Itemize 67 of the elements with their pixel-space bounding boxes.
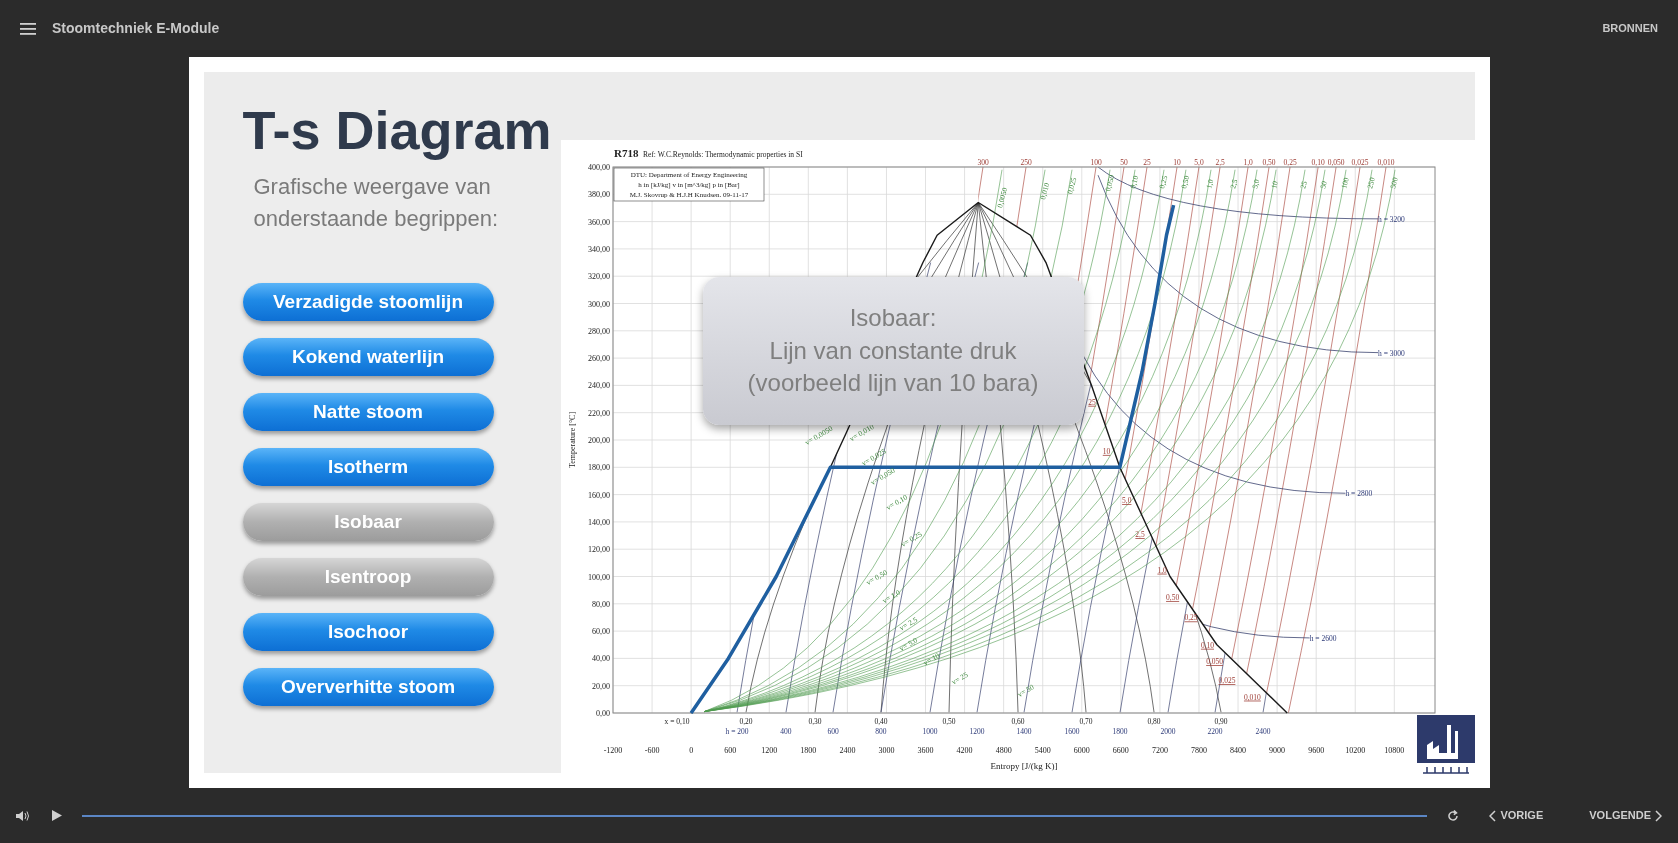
callout-text: Lijn van constante druk xyxy=(769,335,1017,366)
axis-tick-label: 8400 xyxy=(1229,746,1246,755)
axis-tick-label: 320,00 xyxy=(587,272,610,282)
menu-icon[interactable] xyxy=(20,22,36,35)
app-title: Stoomtechniek E-Module xyxy=(52,19,220,38)
callout-text: (voorbeeld lijn van 10 bara) xyxy=(747,368,1039,399)
axis-tick-label: 0 xyxy=(688,746,693,755)
axis-tick-label: 120,00 xyxy=(587,545,610,555)
topic-button[interactable]: Isotherm xyxy=(242,447,494,486)
axis-tick-label: 180,00 xyxy=(587,463,610,473)
topic-button[interactable]: Verzadigde stoomlijn xyxy=(242,282,494,321)
axis-tick-label: 400,00 xyxy=(587,163,610,172)
axis-title: Temperature [°C] xyxy=(567,411,577,469)
axis-tick-label: 1200 xyxy=(760,746,777,755)
axis-tick-label: 0,00 xyxy=(595,709,610,718)
axis-tick-label: 3000 xyxy=(877,746,894,755)
axis-tick-label: -600 xyxy=(644,746,659,755)
axis-tick-label: 10200 xyxy=(1344,746,1365,755)
progress-bar[interactable] xyxy=(82,814,1428,817)
topic-button[interactable]: Isentroop xyxy=(242,557,494,596)
axis-tick-label: 160,00 xyxy=(587,490,610,500)
axis-tick-label: 5400 xyxy=(1034,746,1051,755)
axis-tick-label: 220,00 xyxy=(587,408,610,418)
logo-icon xyxy=(1416,715,1475,777)
topic-button[interactable]: Isochoor xyxy=(242,612,494,651)
sources-link[interactable]: BRONNEN xyxy=(1602,18,1658,39)
axis-tick-label: 9000 xyxy=(1268,746,1285,755)
axis-tick-label: -1200 xyxy=(603,746,622,755)
axis-tick-label: 260,00 xyxy=(587,354,610,364)
topic-button[interactable]: Natte stoom xyxy=(242,392,494,431)
axis-tick-label: 240,00 xyxy=(587,381,610,391)
axis-tick-label: 280,00 xyxy=(587,326,610,336)
previous-button[interactable]: VORIGE xyxy=(1487,805,1546,826)
axis-tick-label: 20,00 xyxy=(591,681,610,691)
axis-tick-label: 300,00 xyxy=(587,299,610,309)
axis-tick-label: 140,00 xyxy=(587,517,610,527)
axis-tick-label: 340,00 xyxy=(587,244,610,254)
axis-tick-label: 200,00 xyxy=(587,436,610,445)
axis-tick-label: 1800 xyxy=(799,746,816,755)
axis-tick-label: 60,00 xyxy=(591,627,610,637)
axis-tick-label: 2400 xyxy=(838,746,855,755)
axis-tick-label: 10800 xyxy=(1383,746,1404,755)
topic-button[interactable]: Kokend waterlijn xyxy=(242,337,494,376)
axis-tick-label: 40,00 xyxy=(591,654,610,664)
axis-tick-label: 9600 xyxy=(1307,746,1324,755)
axis-tick-label: 600 xyxy=(723,746,736,755)
play-button[interactable] xyxy=(50,808,64,823)
axis-tick-label: 100,00 xyxy=(587,572,610,582)
axis-tick-label: 7200 xyxy=(1151,746,1168,755)
axis-tick-label: 6600 xyxy=(1112,746,1129,755)
next-button[interactable]: VOLGENDE xyxy=(1587,805,1664,826)
topic-button[interactable]: Oververhitte stoom xyxy=(242,667,494,706)
axis-tick-label: 360,00 xyxy=(587,217,610,227)
callout-title: Isobaar: xyxy=(849,303,937,334)
chart-title: R718 xyxy=(613,147,638,159)
axis-tick-label: 4800 xyxy=(995,746,1012,755)
slide-subtitle: Grafische weergave van onderstaande begrippen: xyxy=(253,173,500,233)
axis-tick-label: 3600 xyxy=(917,746,933,755)
axis-tick-label: 4200 xyxy=(956,746,973,755)
axis-tick-label: 80,00 xyxy=(591,599,610,609)
chevron-left-icon xyxy=(1489,809,1497,822)
chevron-right-icon xyxy=(1655,809,1662,822)
axis-tick-label: 7800 xyxy=(1190,746,1207,755)
axis-tick-label: 6000 xyxy=(1073,746,1090,755)
axis-tick-label: 380,00 xyxy=(587,190,610,200)
topic-button[interactable]: Isobaar xyxy=(242,502,494,541)
axis-title: Entropy [J/(kg K)] xyxy=(990,761,1057,771)
